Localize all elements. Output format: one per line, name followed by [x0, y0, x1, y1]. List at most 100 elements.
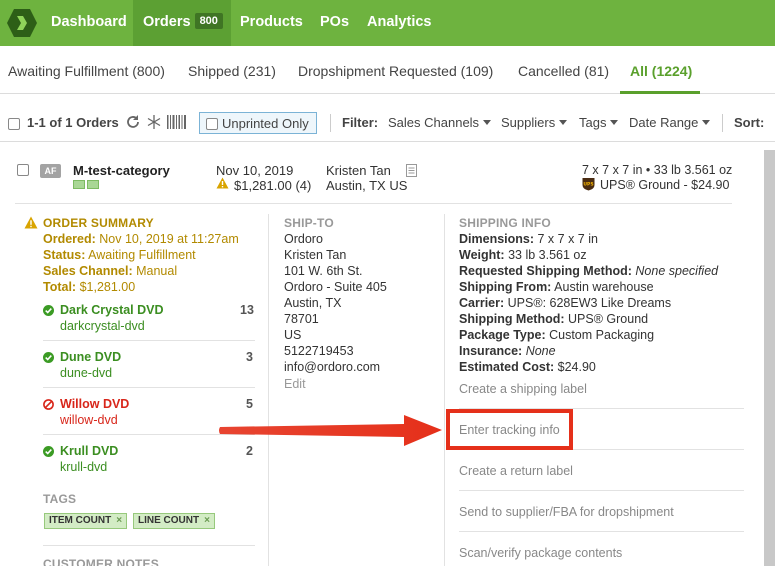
shipping-from: Shipping From: Austin warehouse [459, 280, 654, 294]
summary-status-label: Status: [43, 248, 86, 262]
nav-orders-label: Orders [143, 14, 191, 30]
tag-chip-label: LINE COUNT [138, 515, 200, 526]
order-total: $1,281.00 (4) [234, 178, 312, 193]
line-item-qty: 13 [240, 303, 254, 317]
shipping-carrier-label: Carrier: [459, 296, 505, 310]
filter-sales-channels-label: Sales Channels [388, 115, 480, 130]
blocked-icon [43, 399, 54, 410]
shipping-package-label: Package Type: [459, 328, 546, 342]
summary-total-value: $1,281.00 [79, 280, 136, 294]
ship-to-edit-link[interactable]: Edit [284, 377, 306, 391]
ship-to-name: Kristen Tan [284, 248, 347, 262]
close-icon[interactable]: × [116, 515, 122, 526]
line-item-qty: 3 [246, 350, 253, 364]
line-item-sku[interactable]: darkcrystal-dvd [60, 319, 145, 333]
create-shipping-label-link[interactable]: Create a shipping label [459, 382, 587, 396]
ship-to-company: Ordoro [284, 232, 323, 246]
line-item-name[interactable]: Dark Crystal DVD [60, 303, 164, 317]
status-tabs: Awaiting Fulfillment (800) Shipped (231)… [0, 46, 775, 94]
shipping-method-value: UPS® Ground [568, 312, 649, 326]
line-item-name[interactable]: Dune DVD [60, 350, 121, 364]
ordoro-logo[interactable] [6, 7, 38, 39]
tags-title: TAGS [43, 492, 77, 506]
ship-to-email: info@ordoro.com [284, 360, 381, 374]
nav-dashboard[interactable]: Dashboard [51, 0, 127, 46]
shipping-method: Shipping Method: UPS® Ground [459, 312, 648, 326]
package-dims-weight: 7 x 7 x 7 in • 33 lb 3.561 oz [582, 163, 733, 177]
close-icon[interactable]: × [204, 515, 210, 526]
ship-to-street: 101 W. 6th St. [284, 264, 363, 278]
filter-sales-channels[interactable]: Sales Channels [388, 115, 492, 130]
tag-chip[interactable]: ITEM COUNT × [44, 513, 128, 529]
filter-suppliers-label: Suppliers [501, 115, 556, 130]
chevron-down-icon [702, 120, 711, 125]
order-checkbox[interactable] [17, 164, 29, 176]
refresh-icon[interactable] [125, 114, 141, 130]
line-item-name[interactable]: Krull DVD [60, 444, 118, 458]
shipping-from-label: Shipping From: [459, 280, 552, 294]
line-item-sku[interactable]: krull-dvd [60, 460, 107, 474]
order-row[interactable]: AF M-test-category Nov 10, 2019 $1,281.0… [0, 152, 760, 202]
scan-verify-package-link[interactable]: Scan/verify package contents [459, 546, 622, 560]
sort-label[interactable]: Sort: [734, 115, 764, 130]
check-circle-icon [43, 352, 54, 363]
chevron-down-icon [559, 120, 568, 125]
status-badge: AF [40, 164, 61, 178]
unprinted-only-toggle[interactable]: Unprinted Only [199, 112, 317, 134]
tab-cancelled[interactable]: Cancelled (81) [518, 63, 609, 79]
order-count: 1-1 of 1 Orders [27, 115, 119, 130]
shipping-dimensions: Dimensions: 7 x 7 x 7 in [459, 232, 598, 246]
select-all-checkbox[interactable] [8, 118, 20, 130]
snowflake-icon[interactable] [146, 114, 162, 130]
shipping-weight: Weight: 33 lb 3.561 oz [459, 248, 587, 262]
scrollbar[interactable] [764, 150, 775, 566]
orders-toolbar: 1-1 of 1 Orders Unprinted Only Filter: S… [0, 104, 775, 142]
order-id-link[interactable]: M-test-category [73, 163, 170, 178]
tab-dropshipment-requested[interactable]: Dropshipment Requested (109) [298, 63, 493, 79]
nav-analytics[interactable]: Analytics [367, 0, 431, 46]
filter-label: Filter: [342, 115, 379, 130]
ship-to-phone: 5122719453 [284, 344, 354, 358]
tag-chip[interactable]: LINE COUNT × [133, 513, 215, 529]
customer-notes-title: CUSTOMER NOTES [43, 557, 159, 566]
filter-suppliers[interactable]: Suppliers [501, 115, 568, 130]
line-item-sku[interactable]: dune-dvd [60, 366, 112, 380]
summary-channel-label: Sales Channel: [43, 264, 133, 278]
notes-icon[interactable] [406, 164, 417, 177]
order-summary-title: ORDER SUMMARY [43, 216, 154, 230]
line-item-name[interactable]: Willow DVD [60, 397, 129, 411]
barcode-icon[interactable] [167, 114, 187, 130]
check-circle-icon [43, 305, 54, 316]
filter-date-range[interactable]: Date Range [629, 115, 711, 130]
shipping-carrier: Carrier: UPS®: 628EW3 Like Dreams [459, 296, 671, 310]
line-item-qty: 5 [246, 397, 253, 411]
nav-orders[interactable]: Orders 800 [133, 0, 231, 46]
ship-to-street2: Ordoro - Suite 405 [284, 280, 387, 294]
nav-products[interactable]: Products [240, 0, 303, 46]
nav-pos[interactable]: POs [320, 0, 349, 46]
customer-location: Austin, TX US [326, 178, 408, 193]
shipping-requested-method: Requested Shipping Method: None specifie… [459, 264, 718, 278]
summary-ordered-value: Nov 10, 2019 at 11:27am [99, 232, 239, 246]
send-to-supplier-link[interactable]: Send to supplier/FBA for dropshipment [459, 505, 674, 519]
shipping-requested-value: None specified [635, 264, 719, 278]
filter-tags[interactable]: Tags [579, 115, 619, 130]
ship-to-title: SHIP-TO [284, 216, 334, 230]
tab-all[interactable]: All (1224) [630, 63, 692, 79]
line-item-sku[interactable]: willow-dvd [60, 413, 118, 427]
row-divider [15, 203, 732, 204]
tab-shipped[interactable]: Shipped (231) [188, 63, 276, 79]
section-divider [43, 545, 255, 546]
ship-to-zip: 78701 [284, 312, 319, 326]
create-return-label-link[interactable]: Create a return label [459, 464, 573, 478]
callout-arrow-icon [219, 415, 442, 446]
toolbar-divider [722, 114, 723, 132]
unprinted-only-checkbox[interactable] [206, 118, 218, 130]
summary-channel-value: Manual [136, 264, 178, 278]
callout-highlight-box [446, 409, 573, 450]
shipping-dimensions-value: 7 x 7 x 7 in [537, 232, 598, 246]
toolbar-divider [330, 114, 331, 132]
summary-sales-channel: Sales Channel: Manual [43, 264, 177, 278]
tab-awaiting-fulfillment[interactable]: Awaiting Fulfillment (800) [8, 63, 165, 79]
action-divider [459, 531, 744, 532]
